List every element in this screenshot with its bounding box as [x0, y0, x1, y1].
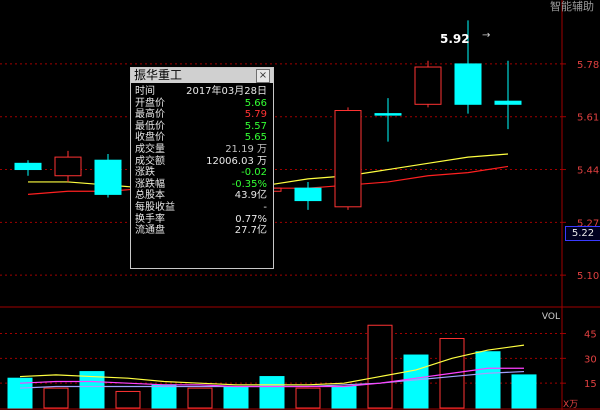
popup-row: 换手率 0.77%: [135, 214, 267, 226]
volume-bar: [187, 387, 213, 409]
popup-row-value: -0.02: [241, 167, 267, 179]
volume-bar: [331, 385, 357, 409]
volume-bars: [7, 324, 537, 409]
popup-row-value: 21.19 万: [225, 143, 267, 155]
popup-row: 涨跌幅 -0.35%: [135, 179, 267, 191]
popup-row: 开盘价 5.66: [135, 98, 267, 110]
price-tick-label: 5.44: [577, 166, 599, 177]
volume-unit-label: X万: [563, 400, 579, 410]
popup-row-label: 时间: [135, 86, 155, 97]
volume-bar: [367, 324, 393, 409]
high-price-annotation: 5.92: [440, 32, 470, 46]
popup-row-label: 开盘价: [135, 97, 165, 109]
popup-row-label: 每股收益: [135, 201, 175, 213]
candle-body: [374, 113, 402, 116]
popup-row-value: 5.65: [244, 132, 267, 144]
volume-bar: [151, 384, 177, 409]
popup-row: 总股本 43.9亿: [135, 190, 267, 202]
volume-tick-label: 45: [584, 330, 597, 341]
candle-body: [494, 100, 522, 105]
candle-body: [94, 159, 122, 195]
popup-row-value: 5.79: [244, 109, 267, 121]
popup-row-label: 涨跌: [135, 167, 155, 179]
popup-row-label: 收盘价: [135, 132, 165, 144]
popup-row-label: 成交额: [135, 155, 165, 167]
app-label: 智能辅助: [550, 0, 594, 13]
popup-row-label: 流通盘: [135, 225, 165, 237]
popup-row-label: 换手率: [135, 213, 165, 225]
volume-bar: [259, 376, 285, 409]
volume-label: VOL: [541, 312, 560, 322]
popup-row-value: 5.66: [244, 97, 267, 109]
volume-axis: 45 30 15: [562, 330, 597, 390]
popup-row-value: -0.35%: [231, 178, 267, 190]
price-tick-label: 5.10: [577, 271, 599, 282]
popup-title: 振华重工: [134, 68, 183, 82]
popup-row: 流通盘 27.7亿: [135, 225, 267, 237]
price-tick-label: 5.61: [577, 113, 599, 124]
popup-row-value: 43.9亿: [234, 190, 267, 202]
current-price-badge: 5.22: [565, 226, 600, 241]
volume-tick-label: 15: [584, 379, 597, 390]
popup-row: 涨跌 -0.02: [135, 167, 267, 179]
candle-body: [294, 187, 322, 202]
volume-tick-label: 30: [584, 354, 597, 365]
candle-body: [14, 162, 42, 171]
volume-bar: [511, 374, 537, 409]
volume-bar: [295, 387, 321, 409]
popup-row: 收盘价 5.65: [135, 132, 267, 144]
volume-bar: [223, 385, 249, 409]
popup-row: 每股收益 -: [135, 202, 267, 214]
candle-body: [414, 66, 442, 105]
popup-row-value: 2017年03月28日: [186, 86, 267, 97]
popup-row: 最高价 5.79: [135, 109, 267, 121]
close-icon[interactable]: ×: [256, 69, 270, 83]
popup-row-value: 0.77%: [235, 213, 267, 225]
volume-bar: [43, 387, 69, 409]
popup-row: 成交量 21.19 万: [135, 144, 267, 156]
popup-row-label: 涨跌幅: [135, 178, 165, 190]
popup-row-label: 最低价: [135, 120, 165, 132]
price-axis: 5.785.615.445.275.10: [562, 60, 599, 282]
grid-lines: [0, 0, 600, 410]
popup-rows: 时间 2017年03月28日开盘价 5.66 最高价 5.79 最低价 5.57 收盘价 5.6…: [135, 86, 267, 237]
candle-body: [334, 110, 362, 208]
popup-titlebar[interactable]: 振华重工 ×: [131, 68, 273, 83]
popup-row: 时间 2017年03月28日: [135, 86, 267, 98]
volume-bar: [475, 351, 501, 409]
popup-row-value: 12006.03 万: [206, 155, 267, 167]
candle-body: [454, 63, 482, 105]
volume-bar: [403, 354, 429, 409]
popup-row-value: -: [263, 201, 267, 213]
popup-row-label: 最高价: [135, 109, 165, 121]
popup-row-label: 成交量: [135, 143, 165, 155]
kline-chart[interactable]: 5.785.615.445.275.10 453015: [0, 0, 600, 410]
volume-bar: [115, 390, 141, 409]
popup-row-value: 27.7亿: [234, 225, 267, 237]
popup-row-label: 总股本: [135, 190, 165, 202]
candle-body: [54, 156, 82, 177]
price-tick-label: 5.78: [577, 60, 599, 71]
arrow-right-icon: →: [482, 30, 491, 41]
popup-row-value: 5.57: [244, 120, 267, 132]
stock-info-popup[interactable]: 振华重工 × 时间 2017年03月28日开盘价 5.66 最高价 5.79 最低价 5.5…: [130, 67, 274, 269]
popup-row: 最低价 5.57: [135, 121, 267, 133]
popup-row: 成交额 12006.03 万: [135, 156, 267, 168]
